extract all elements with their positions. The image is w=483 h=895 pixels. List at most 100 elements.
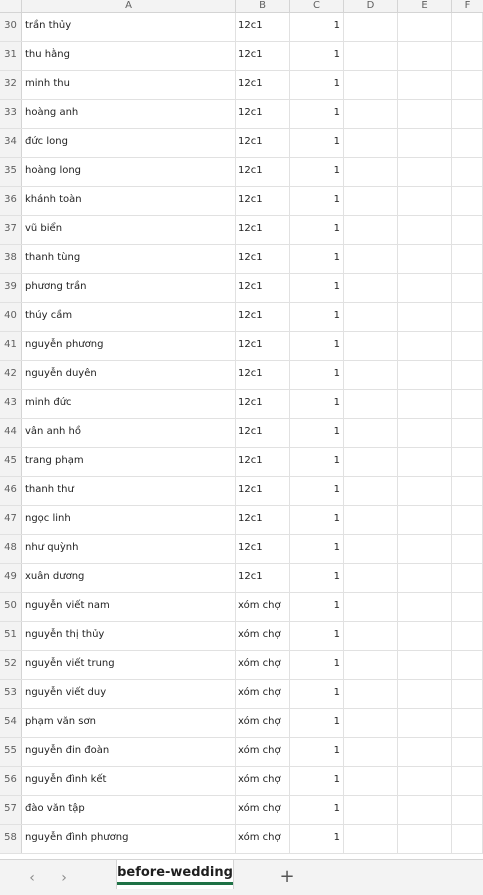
cell-f[interactable] [452,390,483,418]
cell-a[interactable]: thu hằng [22,42,236,70]
cell-e[interactable] [398,361,452,389]
row-number[interactable]: 44 [0,419,22,447]
cell-f[interactable] [452,680,483,708]
cell-f[interactable] [452,651,483,679]
cell-b[interactable]: 12c1 [236,332,290,360]
row-number[interactable]: 46 [0,477,22,505]
cell-b[interactable]: 12c1 [236,158,290,186]
cell-d[interactable] [344,709,398,737]
row-number[interactable]: 41 [0,332,22,360]
cell-c[interactable]: 1 [290,187,344,215]
cell-b[interactable]: 12c1 [236,303,290,331]
select-all-corner[interactable] [0,0,22,12]
plus-icon[interactable]: + [276,866,298,888]
cell-a[interactable]: vũ biển [22,216,236,244]
cell-b[interactable]: 12c1 [236,419,290,447]
cell-b[interactable]: xóm chợ [236,680,290,708]
cell-e[interactable] [398,42,452,70]
cell-f[interactable] [452,593,483,621]
cell-d[interactable] [344,390,398,418]
cell-b[interactable]: 12c1 [236,100,290,128]
cell-b[interactable]: 12c1 [236,361,290,389]
cell-f[interactable] [452,796,483,824]
cell-f[interactable] [452,245,483,273]
cell-d[interactable] [344,767,398,795]
cell-a[interactable]: nguyễn duyên [22,361,236,389]
cell-e[interactable] [398,448,452,476]
cell-b[interactable]: 12c1 [236,274,290,302]
cell-c[interactable]: 1 [290,622,344,650]
cell-a[interactable]: minh thu [22,71,236,99]
cell-e[interactable] [398,100,452,128]
cell-d[interactable] [344,564,398,592]
cell-c[interactable]: 1 [290,419,344,447]
row-number[interactable]: 51 [0,622,22,650]
cell-f[interactable] [452,767,483,795]
cell-a[interactable]: nguyễn đình phương [22,825,236,853]
cell-e[interactable] [398,564,452,592]
cell-e[interactable] [398,129,452,157]
cell-f[interactable] [452,419,483,447]
cell-c[interactable]: 1 [290,738,344,766]
column-header-e[interactable]: E [398,0,452,12]
cell-a[interactable]: minh đức [22,390,236,418]
cell-a[interactable]: đào văn tập [22,796,236,824]
cell-d[interactable] [344,825,398,853]
cell-a[interactable]: thanh tùng [22,245,236,273]
cell-c[interactable]: 1 [290,274,344,302]
cell-e[interactable] [398,535,452,563]
cell-d[interactable] [344,42,398,70]
cell-f[interactable] [452,477,483,505]
cell-e[interactable] [398,390,452,418]
cell-a[interactable]: trần thủy [22,13,236,41]
cell-c[interactable]: 1 [290,796,344,824]
cell-b[interactable]: 12c1 [236,71,290,99]
cell-f[interactable] [452,332,483,360]
cell-d[interactable] [344,796,398,824]
cell-f[interactable] [452,274,483,302]
cell-e[interactable] [398,303,452,331]
cell-c[interactable]: 1 [290,71,344,99]
row-number[interactable]: 57 [0,796,22,824]
cell-f[interactable] [452,622,483,650]
cell-b[interactable]: xóm chợ [236,622,290,650]
cell-d[interactable] [344,448,398,476]
cell-f[interactable] [452,187,483,215]
cell-b[interactable]: 12c1 [236,564,290,592]
cell-d[interactable] [344,651,398,679]
row-number[interactable]: 42 [0,361,22,389]
row-number[interactable]: 32 [0,71,22,99]
chevron-left-icon[interactable]: ‹ [22,868,42,888]
row-number[interactable]: 40 [0,303,22,331]
cell-b[interactable]: 12c1 [236,390,290,418]
cell-e[interactable] [398,274,452,302]
row-number[interactable]: 54 [0,709,22,737]
cell-b[interactable]: 12c1 [236,506,290,534]
row-number[interactable]: 49 [0,564,22,592]
cell-b[interactable]: 12c1 [236,129,290,157]
cell-a[interactable]: nguyễn đin đoàn [22,738,236,766]
cell-c[interactable]: 1 [290,361,344,389]
cell-c[interactable]: 1 [290,477,344,505]
cell-f[interactable] [452,71,483,99]
row-number[interactable]: 45 [0,448,22,476]
row-number[interactable]: 52 [0,651,22,679]
row-number[interactable]: 56 [0,767,22,795]
cell-d[interactable] [344,13,398,41]
cell-e[interactable] [398,245,452,273]
cell-b[interactable]: 12c1 [236,187,290,215]
cell-c[interactable]: 1 [290,158,344,186]
cell-c[interactable]: 1 [290,564,344,592]
cell-b[interactable]: 12c1 [236,245,290,273]
cell-b[interactable]: 12c1 [236,448,290,476]
cell-a[interactable]: nguyễn phương [22,332,236,360]
cell-c[interactable]: 1 [290,13,344,41]
cell-c[interactable]: 1 [290,709,344,737]
cell-c[interactable]: 1 [290,332,344,360]
cell-b[interactable]: xóm chợ [236,796,290,824]
cell-b[interactable]: 12c1 [236,42,290,70]
cell-f[interactable] [452,100,483,128]
cell-a[interactable]: thúy cầm [22,303,236,331]
cell-b[interactable]: 12c1 [236,535,290,563]
cell-a[interactable]: xuân dương [22,564,236,592]
